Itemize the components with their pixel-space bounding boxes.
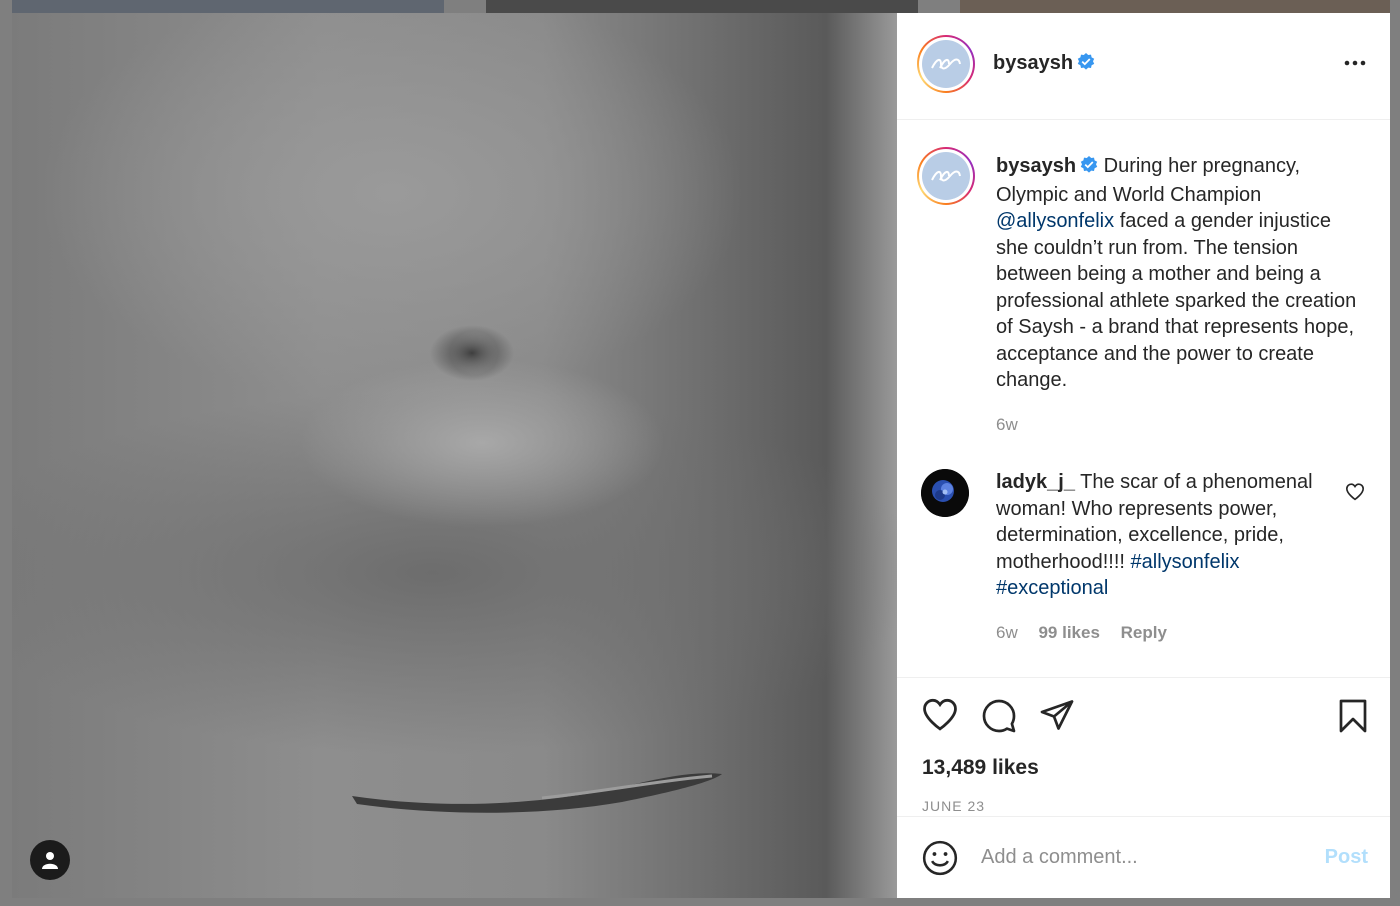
- author-username[interactable]: bysaysh: [993, 52, 1073, 74]
- background-tile-3: [960, 0, 1390, 13]
- post-side-panel: bysaysh bysaysh During her pregnancy, Ol…: [897, 13, 1390, 898]
- post-actions: 13,489 likes JUNE 23: [897, 677, 1390, 818]
- like-comment-heart-icon[interactable]: [1345, 483, 1365, 506]
- comment-icon[interactable]: [981, 698, 1017, 739]
- comment-input[interactable]: Add a comment...: [981, 846, 1138, 869]
- saysh-logo-icon: [931, 170, 961, 182]
- post-header: bysaysh: [897, 13, 1390, 120]
- comment: ladyk_j_ The scar of a phenomenal woman!…: [996, 469, 1336, 602]
- add-comment-bar: Add a comment... Post: [897, 816, 1390, 899]
- user-tag-icon[interactable]: [30, 840, 70, 880]
- comment-reply-button[interactable]: Reply: [1121, 623, 1167, 642]
- post-photo[interactable]: [12, 13, 897, 898]
- bookmark-icon[interactable]: [1337, 698, 1369, 739]
- saysh-logo-icon: [931, 58, 961, 70]
- post-likes[interactable]: 13,489 likes: [922, 756, 1039, 780]
- caption-username[interactable]: bysaysh: [996, 155, 1076, 177]
- more-icon[interactable]: [1344, 53, 1366, 71]
- background-tile-1: [12, 0, 444, 13]
- heart-icon[interactable]: [921, 698, 959, 737]
- caption-author-avatar[interactable]: [917, 147, 975, 205]
- post-caption: bysaysh During her pregnancy, Olympic an…: [996, 153, 1366, 438]
- author-avatar[interactable]: [917, 35, 975, 93]
- verified-icon: [1077, 53, 1095, 76]
- caption-text-rest: faced a gender injustice she couldn’t ru…: [996, 210, 1357, 391]
- post-date: JUNE 23: [922, 798, 986, 814]
- comment-hashtag-link[interactable]: #exceptional: [996, 577, 1108, 599]
- verified-icon: [1080, 155, 1098, 182]
- comment-meta: 6w 99 likes Reply: [996, 623, 1183, 643]
- caption-age: 6w: [996, 414, 1018, 434]
- comment-likes[interactable]: 99 likes: [1038, 623, 1099, 642]
- caption-mention-link[interactable]: @allysonfelix: [996, 210, 1114, 232]
- commenter-username[interactable]: ladyk_j_: [996, 471, 1075, 493]
- comment-hashtag-link[interactable]: #allysonfelix: [1131, 551, 1240, 573]
- commenter-avatar[interactable]: [921, 469, 969, 517]
- post-comment-button[interactable]: Post: [1325, 846, 1368, 869]
- emoji-icon[interactable]: [921, 839, 959, 882]
- comment-age: 6w: [996, 623, 1018, 642]
- scroll-edge: [1390, 13, 1400, 898]
- scar-shape: [352, 773, 722, 813]
- background-tile-2: [486, 0, 918, 13]
- share-icon[interactable]: [1039, 698, 1075, 737]
